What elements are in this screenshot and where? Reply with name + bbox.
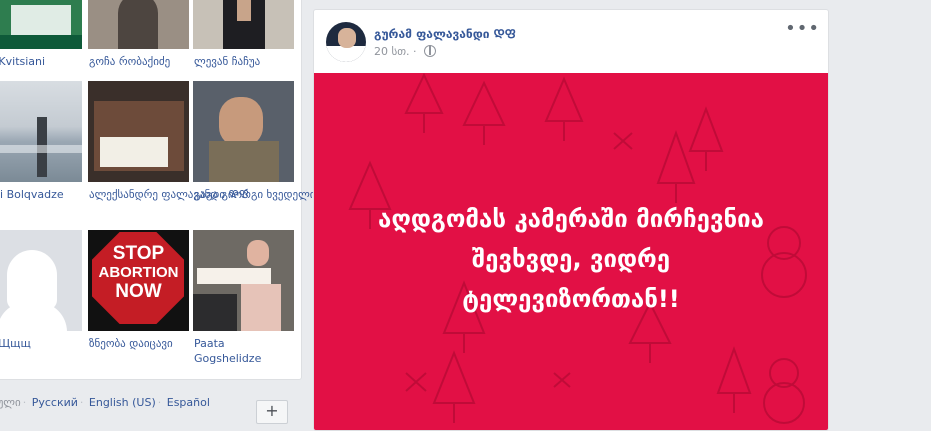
friend-photo[interactable]	[0, 0, 82, 49]
post-image[interactable]: აღდგომას კამერაში მირჩევნია შევხვდე, ვიდ…	[314, 73, 828, 430]
banner-line: აღდგომას კამერაში მირჩევნია	[378, 205, 764, 233]
language-link[interactable]: English (US)	[89, 396, 156, 409]
friend-tile[interactable]: გაგა გიორგი ხვედელიძე	[193, 81, 327, 202]
friend-tile[interactable]: ცც Щщщ	[0, 230, 82, 351]
post-meta: 20 სთ. ·	[374, 45, 437, 58]
friend-tile[interactable]: orgi Bolqvadze	[0, 81, 82, 202]
friend-tile[interactable]: ალექსანდრე ფალავანდი ᲓᲤ	[88, 81, 249, 202]
more-languages-button[interactable]: +	[256, 400, 288, 424]
friend-photo[interactable]	[193, 230, 294, 331]
friend-photo[interactable]	[0, 230, 82, 331]
language-link[interactable]: რთული	[0, 396, 21, 409]
friend-name[interactable]: გოჩა რობაქიძე	[88, 54, 189, 69]
friend-photo[interactable]	[193, 0, 294, 49]
friend-name[interactable]: orgi Bolqvadze	[0, 187, 82, 202]
friend-name[interactable]: ლევან ჩაჩუა	[193, 54, 294, 69]
post-author[interactable]: გურამ ფალავანდი ᲓᲤ	[374, 25, 516, 42]
friend-tile[interactable]: Paata Gogshelidze	[193, 230, 294, 366]
stop-sign-line: NOW	[115, 281, 162, 302]
banner-line: შევხვდე, ვიდრე	[471, 245, 671, 273]
post-card: გურამ ფალავანდი ᲓᲤ 20 სთ. · ••• აღდგომას…	[313, 9, 829, 431]
friend-name[interactable]: ზნეობა დაიცავი	[88, 336, 189, 351]
friend-name[interactable]: ალექსანდრე ფალავანდი ᲓᲤ	[88, 187, 249, 202]
friend-name[interactable]: Paata Gogshelidze	[193, 336, 274, 366]
banner-line: ტელევიზორთან!!	[462, 285, 680, 313]
default-avatar-icon	[7, 250, 57, 310]
friend-photo[interactable]: STOP ABORTION NOW	[88, 230, 189, 331]
language-selector: რთული· Русский· English (US)· Español	[0, 396, 300, 416]
friend-name[interactable]: ka Kvitsiani	[0, 54, 82, 69]
friend-tile[interactable]: STOP ABORTION NOW ზნეობა დაიცავი	[88, 230, 189, 351]
stop-sign-line: ABORTION	[98, 264, 179, 281]
friend-photo[interactable]	[88, 0, 189, 49]
language-link[interactable]: Русский	[32, 396, 78, 409]
separator: ·	[22, 396, 27, 409]
globe-icon[interactable]	[424, 45, 437, 57]
friend-tile[interactable]: ka Kvitsiani	[0, 0, 82, 69]
separator: ·	[79, 396, 84, 409]
friend-photo[interactable]	[88, 81, 189, 182]
friend-photo[interactable]	[193, 81, 294, 182]
friends-card: ka Kvitsiani გოჩა რობაქიძე ლევან ჩაჩუა o…	[0, 0, 327, 380]
friend-tile[interactable]: გოჩა რობაქიძე	[88, 0, 189, 69]
stop-sign-line: STOP	[112, 243, 165, 264]
friend-photo[interactable]	[0, 81, 82, 182]
post-time[interactable]: 20 სთ.	[374, 45, 410, 58]
friend-tile[interactable]: ლევან ჩაჩუა	[193, 0, 294, 69]
friend-name[interactable]: ცც Щщщ	[0, 336, 82, 351]
language-link[interactable]: Español	[167, 396, 210, 409]
friend-name[interactable]: გაგა გიორგი ხვედელიძე	[193, 187, 327, 202]
separator: ·	[413, 45, 421, 58]
author-avatar[interactable]	[326, 22, 366, 62]
post-banner-text: აღდგომას კამერაში მირჩევნია შევხვდე, ვიდ…	[314, 199, 828, 319]
separator: ·	[157, 396, 162, 409]
post-options-icon[interactable]: •••	[785, 18, 820, 39]
